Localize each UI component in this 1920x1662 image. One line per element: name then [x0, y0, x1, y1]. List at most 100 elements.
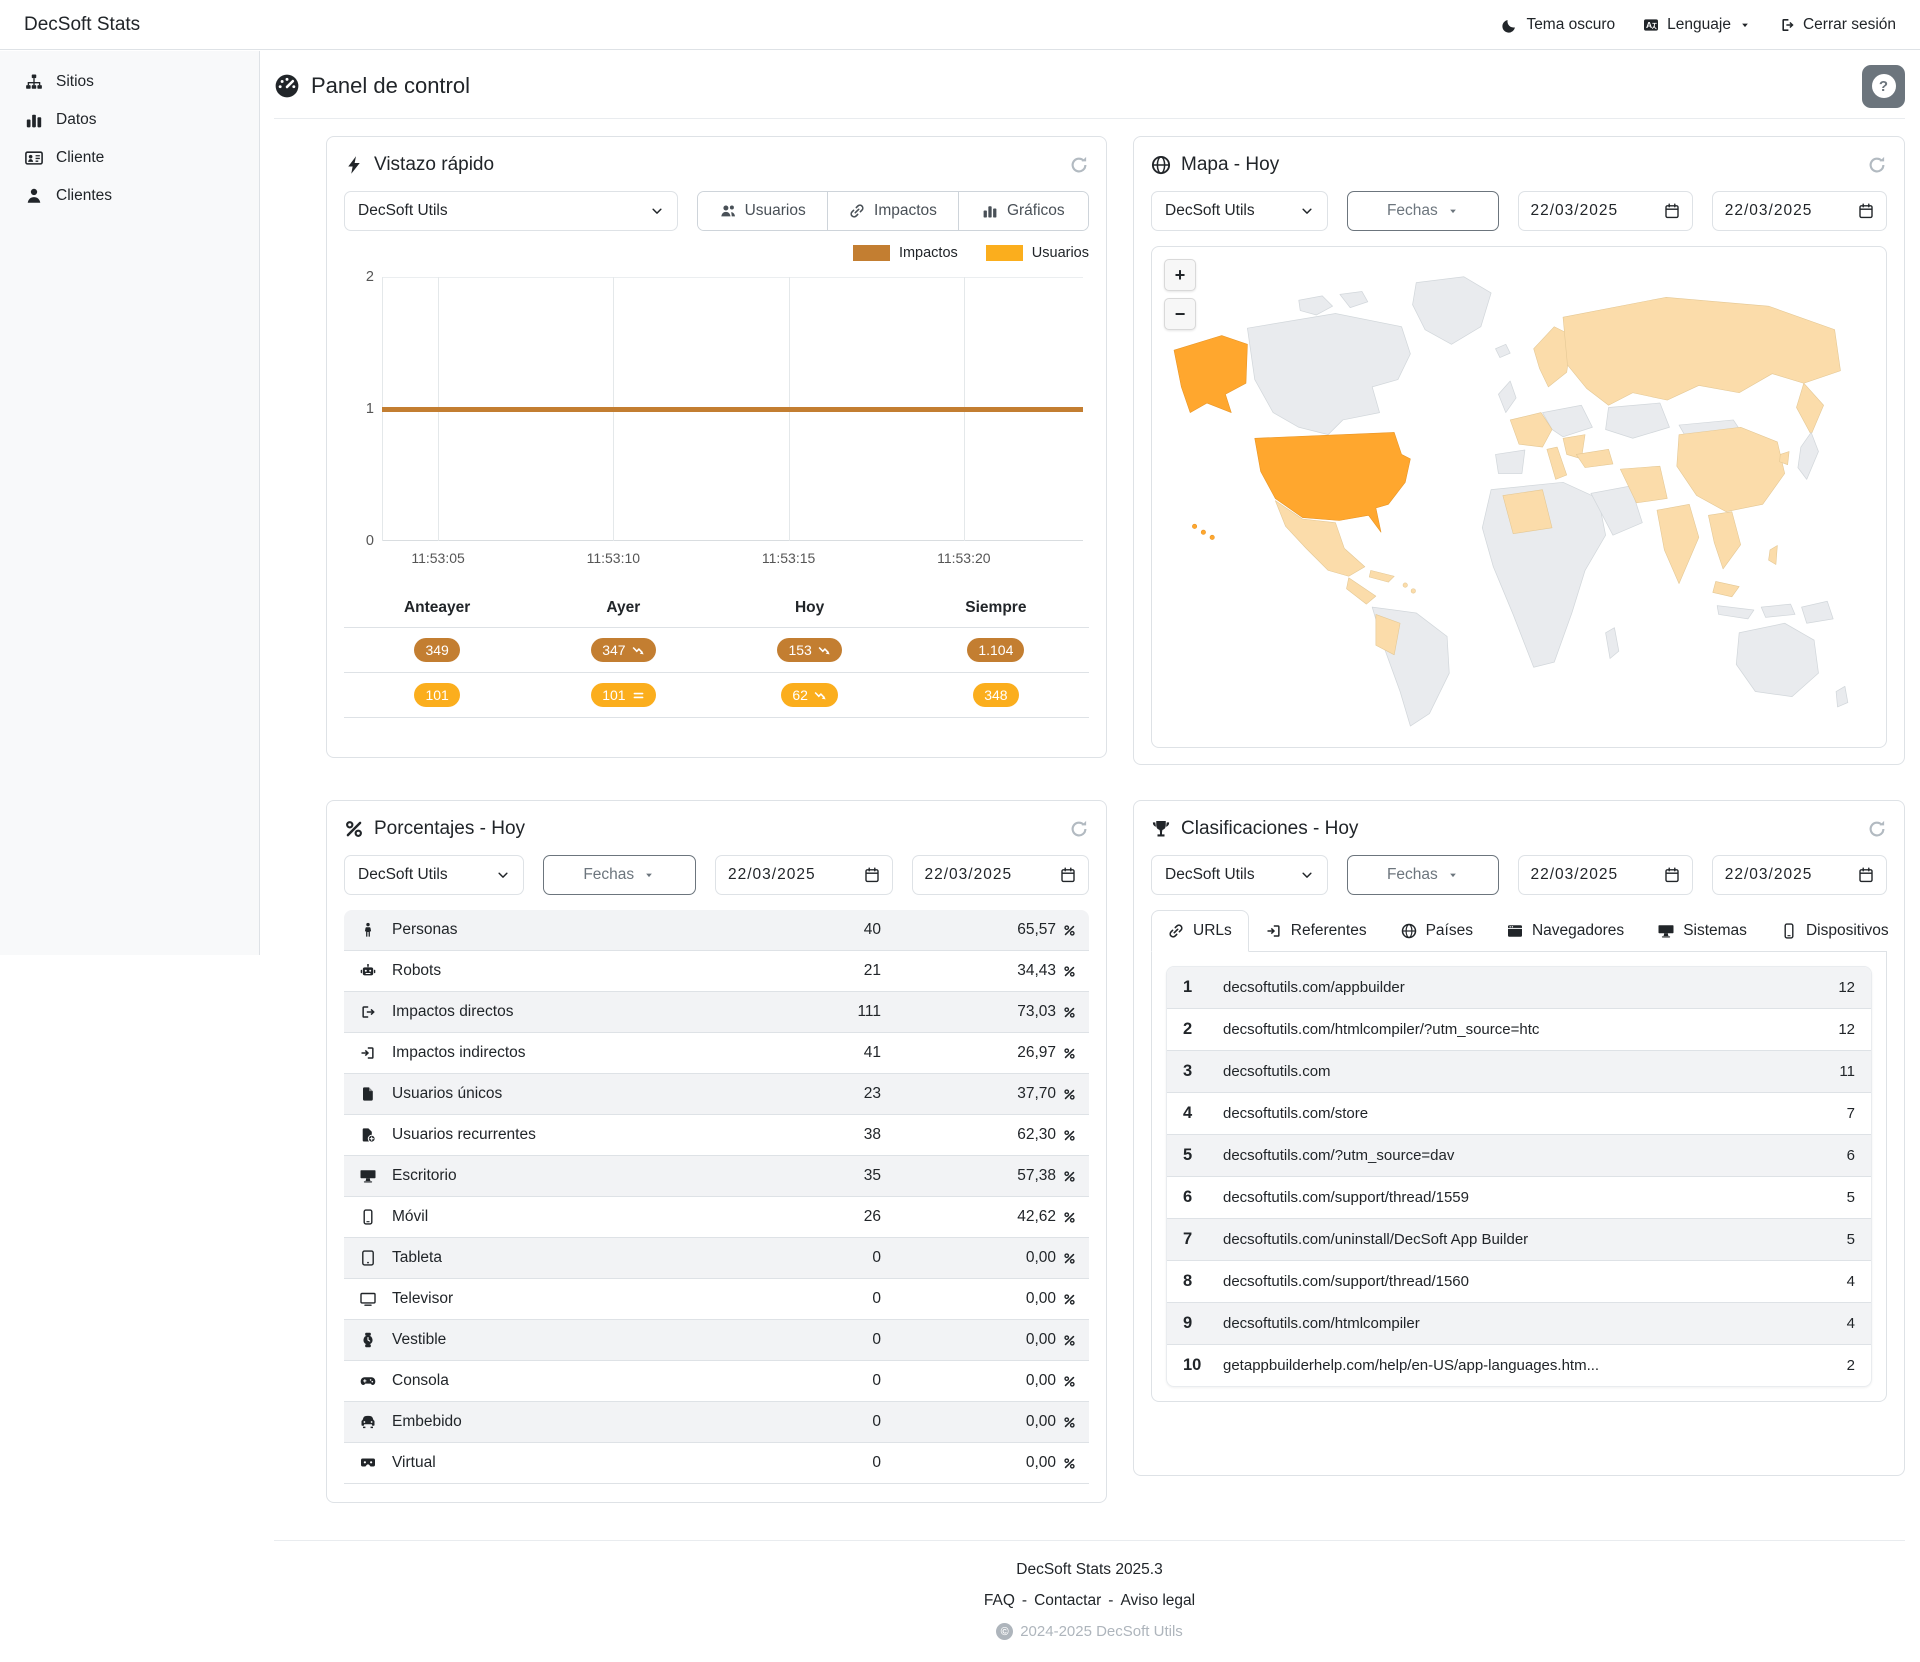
moon-icon — [1502, 17, 1518, 33]
list-item: 2decsoftutils.com/htmlcompiler/?utm_sour… — [1167, 1008, 1871, 1050]
faq-link[interactable]: FAQ — [984, 1592, 1015, 1610]
table-row-robots: Robots2134,43 — [344, 950, 1089, 991]
calendar-icon — [1858, 203, 1874, 219]
impactos-view-button[interactable]: Impactos — [827, 192, 957, 230]
impactos-badge: 1.104 — [967, 638, 1024, 662]
percent-icon — [1063, 1006, 1076, 1019]
dates-dropdown-button[interactable]: Fechas — [543, 855, 697, 895]
date-from-input[interactable]: 22/03/2025 — [1518, 191, 1693, 231]
dates-dropdown-button[interactable]: Fechas — [1347, 191, 1498, 231]
link-separator: - — [1108, 1592, 1113, 1610]
box-arrow-in-right-icon — [360, 1045, 376, 1061]
sidebar-item-clientes[interactable]: Clientes — [0, 177, 259, 215]
tab-sistemas[interactable]: Sistemas — [1641, 910, 1764, 952]
usuarios-view-button[interactable]: Usuarios — [698, 192, 827, 230]
bar-chart-icon — [25, 111, 43, 129]
tab-label: Dispositivos — [1806, 922, 1889, 940]
date-to-input[interactable]: 22/03/2025 — [912, 855, 1090, 895]
contact-link[interactable]: Contactar — [1034, 1592, 1101, 1610]
watch-icon — [360, 1332, 376, 1348]
summary-header-row: Anteayer Ayer Hoy Siempre — [344, 599, 1089, 627]
rankings-controls: DecSoft Utils Fechas 22/03/2025 22/03/20… — [1151, 855, 1887, 895]
table-row-personas: Personas4065,57 — [344, 910, 1089, 950]
x-tick-label: 11:53:05 — [411, 550, 464, 566]
date-from-input[interactable]: 22/03/2025 — [1518, 855, 1693, 895]
map-zoom-controls: + − — [1164, 259, 1196, 330]
percent-icon — [1063, 1129, 1076, 1142]
sidebar-item-datos[interactable]: Datos — [0, 101, 259, 139]
date-to-input[interactable]: 22/03/2025 — [1712, 855, 1887, 895]
summary-impactos-row: 349 347 153 1.104 — [344, 627, 1089, 672]
theme-toggle[interactable]: Tema oscuro — [1502, 16, 1615, 34]
tab-label: Sistemas — [1683, 922, 1747, 940]
card-title-text: Porcentajes - Hoy — [374, 818, 525, 840]
zoom-in-button[interactable]: + — [1164, 259, 1196, 291]
app-brand[interactable]: DecSoft Stats — [24, 14, 140, 36]
lightning-icon — [344, 155, 364, 175]
site-select[interactable]: DecSoft Utils — [344, 191, 678, 231]
zoom-out-button[interactable]: − — [1164, 298, 1196, 330]
help-button[interactable]: ? — [1862, 65, 1905, 108]
sidebar-item-label: Sitios — [56, 73, 94, 91]
percent-icon — [1063, 1211, 1076, 1224]
phone-icon — [360, 1209, 376, 1225]
tab-paises[interactable]: Países — [1384, 910, 1490, 952]
tab-label: Referentes — [1291, 922, 1367, 940]
sidebar-item-sitios[interactable]: Sitios — [0, 63, 259, 101]
y-tick-label: 1 — [348, 401, 374, 417]
impactos-swatch — [853, 245, 890, 261]
tab-urls[interactable]: URLs — [1151, 910, 1249, 952]
percent-icon — [1063, 924, 1076, 937]
refresh-icon[interactable] — [1069, 819, 1089, 839]
x-axis-line — [382, 540, 1083, 541]
list-item: 3decsoftutils.com11 — [1167, 1050, 1871, 1092]
tab-dispositivos[interactable]: Dispositivos — [1764, 910, 1906, 952]
logout-button[interactable]: Cerrar sesión — [1779, 16, 1896, 34]
button-label: Gráficos — [1007, 202, 1065, 220]
tab-navegadores[interactable]: Navegadores — [1490, 910, 1641, 952]
logout-label: Cerrar sesión — [1803, 16, 1896, 34]
card-title-text: Mapa - Hoy — [1181, 154, 1279, 176]
refresh-icon[interactable] — [1069, 155, 1089, 175]
phone-icon — [1781, 923, 1797, 939]
graficos-view-button[interactable]: Gráficos — [958, 192, 1088, 230]
date-from-input[interactable]: 22/03/2025 — [715, 855, 893, 895]
refresh-icon[interactable] — [1867, 819, 1887, 839]
dates-dropdown-button[interactable]: Fechas — [1347, 855, 1498, 895]
car-icon — [360, 1414, 376, 1430]
sidebar-item-cliente[interactable]: Cliente — [0, 139, 259, 177]
percentages-card: Porcentajes - Hoy DecSoft Utils Fechas 2… — [326, 800, 1107, 1503]
tablet-icon — [360, 1250, 376, 1266]
summary-header: Siempre — [903, 599, 1089, 617]
copyright: © 2024-2025 DecSoft Utils — [274, 1623, 1905, 1640]
table-row-escritorio: Escritorio3557,38 — [344, 1155, 1089, 1196]
percent-icon — [1063, 1088, 1076, 1101]
date-to-input[interactable]: 22/03/2025 — [1712, 191, 1887, 231]
site-select[interactable]: DecSoft Utils — [1151, 855, 1328, 895]
file-plus-icon — [360, 1127, 376, 1143]
refresh-icon[interactable] — [1867, 155, 1887, 175]
navbar-actions: Tema oscuro Lenguaje Cerrar sesión — [1502, 16, 1896, 34]
table-row-embebido: Embebido00,00 — [344, 1401, 1089, 1442]
trend-down-icon — [814, 689, 827, 702]
language-menu[interactable]: Lenguaje — [1643, 16, 1751, 34]
summary-table: Anteayer Ayer Hoy Siempre 349 347 153 1.… — [344, 599, 1089, 718]
card-title-text: Clasificaciones - Hoy — [1181, 818, 1358, 840]
list-item: 8decsoftutils.com/support/thread/15604 — [1167, 1260, 1871, 1302]
rankings-tabs: URLs Referentes Países Navegadores Siste… — [1151, 910, 1887, 952]
file-icon — [360, 1086, 376, 1102]
tab-referentes[interactable]: Referentes — [1249, 910, 1384, 952]
list-item: 4decsoftutils.com/store7 — [1167, 1092, 1871, 1134]
gauge-icon — [274, 73, 300, 99]
dates-label: Fechas — [583, 866, 634, 884]
percent-icon — [1063, 1293, 1076, 1306]
world-map[interactable]: + − — [1151, 246, 1887, 748]
rankings-card-header: Clasificaciones - Hoy — [1151, 818, 1887, 840]
usuarios-swatch — [986, 245, 1023, 261]
legal-link[interactable]: Aviso legal — [1120, 1592, 1195, 1610]
usuarios-badge: 101 — [414, 683, 459, 707]
site-select[interactable]: DecSoft Utils — [344, 855, 524, 895]
site-select[interactable]: DecSoft Utils — [1151, 191, 1328, 231]
card-title-text: Vistazo rápido — [374, 154, 494, 176]
percent-icon — [1063, 1457, 1076, 1470]
